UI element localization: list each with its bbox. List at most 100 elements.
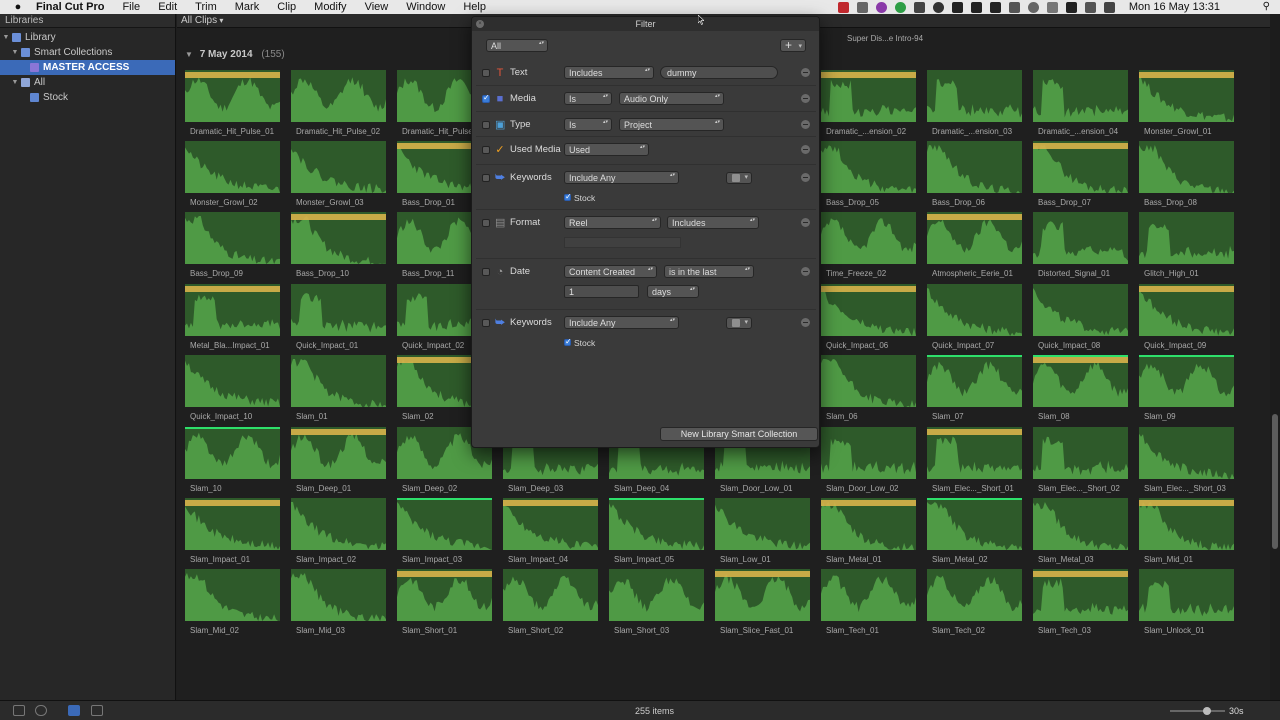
date-amount-field[interactable]: 1	[564, 285, 639, 298]
clip-thumbnail[interactable]: Quick_Impact_07	[927, 284, 1022, 350]
remove-rule-icon[interactable]	[801, 218, 810, 227]
date-value-popup[interactable]: is in the last	[664, 265, 754, 278]
keyword-options-popup[interactable]	[726, 317, 752, 329]
text-rule-checkbox[interactable]	[482, 69, 490, 77]
format-value-popup[interactable]: Includes	[667, 216, 759, 229]
text-operator-popup[interactable]: Includes	[564, 66, 654, 79]
bag-icon[interactable]	[970, 1, 982, 13]
browser-scrollbar[interactable]	[1270, 14, 1280, 700]
box-icon[interactable]	[989, 1, 1001, 13]
clip-thumbnail[interactable]: Slam_Unlock_01	[1139, 569, 1234, 635]
menu-file[interactable]: File	[113, 1, 149, 13]
remove-rule-icon[interactable]	[801, 145, 810, 154]
clip-zoom-slider[interactable]	[1170, 707, 1225, 715]
keywords-rule-checkbox[interactable]	[482, 174, 490, 182]
remove-rule-icon[interactable]	[801, 318, 810, 327]
clip-thumbnail[interactable]: Bass_Drop_05	[821, 141, 916, 207]
clip-thumbnail[interactable]: Slam_06	[821, 355, 916, 421]
clips-filter-popup[interactable]: All Clips	[181, 15, 223, 26]
type-operator-popup[interactable]: Is	[564, 118, 612, 131]
clip-thumbnail[interactable]: Slam_Slice_Fast_01	[715, 569, 810, 635]
clip-thumbnail[interactable]: Monster_Growl_02	[185, 141, 280, 207]
keyword-stock-option[interactable]: Stock	[564, 192, 595, 203]
eye-icon[interactable]	[913, 1, 925, 13]
menubar-clock[interactable]: Mon 16 May 13:31	[1129, 1, 1220, 13]
sidebar-item-master-access[interactable]: MASTER ACCESS	[0, 60, 175, 75]
app-menu[interactable]: Final Cut Pro	[36, 1, 113, 13]
clip-thumbnail[interactable]: Slam_Impact_04	[503, 498, 598, 564]
clip-thumbnail[interactable]: Slam_Metal_01	[821, 498, 916, 564]
sidebar-toggle-icon[interactable]	[13, 705, 25, 716]
remove-rule-icon[interactable]	[801, 267, 810, 276]
clip-thumbnail[interactable]: Monster_Growl_03	[291, 141, 386, 207]
clip-thumbnail[interactable]: Slam_08	[1033, 355, 1128, 421]
clip-thumbnail[interactable]: Slam_Impact_05	[609, 498, 704, 564]
menu-mark[interactable]: Mark	[226, 1, 268, 13]
date-group-header[interactable]: ▼ 7 May 2014 (155)	[185, 49, 285, 60]
clip-thumbnail[interactable]: Slam_Mid_03	[291, 569, 386, 635]
clip-thumbnail[interactable]: Slam_Door_Low_02	[821, 427, 916, 493]
media-value-popup[interactable]: Audio Only	[619, 92, 724, 105]
record-icon[interactable]	[837, 1, 849, 13]
sync-icon[interactable]	[856, 1, 868, 13]
menu-trim[interactable]: Trim	[186, 1, 226, 13]
scrollbar-thumb[interactable]	[1272, 414, 1278, 549]
clip-thumbnail[interactable]: Slam_Metal_02	[927, 498, 1022, 564]
menu-window[interactable]: Window	[397, 1, 454, 13]
add-rule-button[interactable]: +	[780, 39, 806, 52]
clip-thumbnail[interactable]: Quick_Impact_06	[821, 284, 916, 350]
clip-thumbnail[interactable]: Distorted_Signal_01	[1033, 212, 1128, 278]
clip-thumbnail[interactable]: Bass_Drop_08	[1139, 141, 1234, 207]
date-unit-popup[interactable]: days	[647, 285, 699, 298]
clip-thumbnail[interactable]: Dramatic_...ension_02	[821, 70, 916, 136]
clip-thumbnail[interactable]: Slam_Tech_03	[1033, 569, 1128, 635]
remove-rule-icon[interactable]	[801, 120, 810, 129]
cloud-icon[interactable]	[932, 1, 944, 13]
remove-rule-icon[interactable]	[801, 173, 810, 182]
input-source-icon[interactable]	[1065, 1, 1077, 13]
keyword-stock-option[interactable]: Stock	[564, 337, 595, 348]
clip-thumbnail[interactable]: Slam_10	[185, 427, 280, 493]
keyword-stock-checkbox[interactable]	[564, 192, 572, 201]
clip-thumbnail[interactable]: Dramatic_...ension_04	[1033, 70, 1128, 136]
spotlight-search-icon[interactable]: ⚲	[1263, 1, 1270, 12]
wifi-icon[interactable]	[1084, 1, 1096, 13]
keyword-stock-checkbox[interactable]	[564, 337, 572, 346]
clip-thumbnail[interactable]: Slam_Impact_01	[185, 498, 280, 564]
clip-thumbnail[interactable]: Quick_Impact_09	[1139, 284, 1234, 350]
disclosure-triangle-icon[interactable]: ▼	[185, 50, 193, 59]
disclosure-triangle-icon[interactable]: ▼	[11, 75, 19, 90]
date-operator-popup[interactable]: Content Created	[564, 265, 657, 278]
volume-icon[interactable]	[1103, 1, 1115, 13]
format-rule-checkbox[interactable]	[482, 219, 490, 227]
disclosure-triangle-icon[interactable]: ▼	[2, 30, 10, 45]
new-library-smart-collection-button[interactable]: New Library Smart Collection	[660, 427, 818, 441]
clip-thumbnail[interactable]: Dramatic_Hit_Pulse_01	[185, 70, 280, 136]
apple-menu-icon[interactable]: ●	[0, 1, 36, 13]
menu-view[interactable]: View	[356, 1, 398, 13]
sidebar-item-library[interactable]: ▼ Library	[0, 30, 175, 45]
keywords-operator-popup[interactable]: Include Any	[564, 171, 679, 184]
clip-thumbnail[interactable]: Bass_Drop_09	[185, 212, 280, 278]
keywords-rule-checkbox[interactable]	[482, 319, 490, 327]
bluetooth-icon[interactable]	[1046, 1, 1058, 13]
clip-thumbnail[interactable]: Quick_Impact_08	[1033, 284, 1128, 350]
cloud-filled-icon[interactable]	[951, 1, 963, 13]
used-media-rule-checkbox[interactable]	[482, 146, 490, 154]
clip-thumbnail[interactable]: Dramatic_Hit_Pulse_02	[291, 70, 386, 136]
circle-status-icon[interactable]	[875, 1, 887, 13]
slider-knob[interactable]	[1203, 707, 1211, 715]
clip-thumbnail[interactable]: Slam_Deep_01	[291, 427, 386, 493]
clip-thumbnail[interactable]: Slam_09	[1139, 355, 1234, 421]
clip-thumbnail[interactable]: Slam_Low_01	[715, 498, 810, 564]
media-rule-checkbox[interactable]	[482, 93, 490, 103]
clip-thumbnail[interactable]: Slam_Metal_03	[1033, 498, 1128, 564]
clip-thumbnail[interactable]: Slam_Mid_01	[1139, 498, 1234, 564]
clip-thumbnail[interactable]: Bass_Drop_10	[291, 212, 386, 278]
clip-thumbnail[interactable]: Slam_01	[291, 355, 386, 421]
match-popup[interactable]: All	[486, 39, 548, 52]
clip-thumbnail[interactable]: Quick_Impact_10	[185, 355, 280, 421]
format-value-field[interactable]	[564, 237, 681, 248]
keywords-operator-popup[interactable]: Include Any	[564, 316, 679, 329]
text-value-field[interactable]: dummy	[660, 66, 778, 79]
